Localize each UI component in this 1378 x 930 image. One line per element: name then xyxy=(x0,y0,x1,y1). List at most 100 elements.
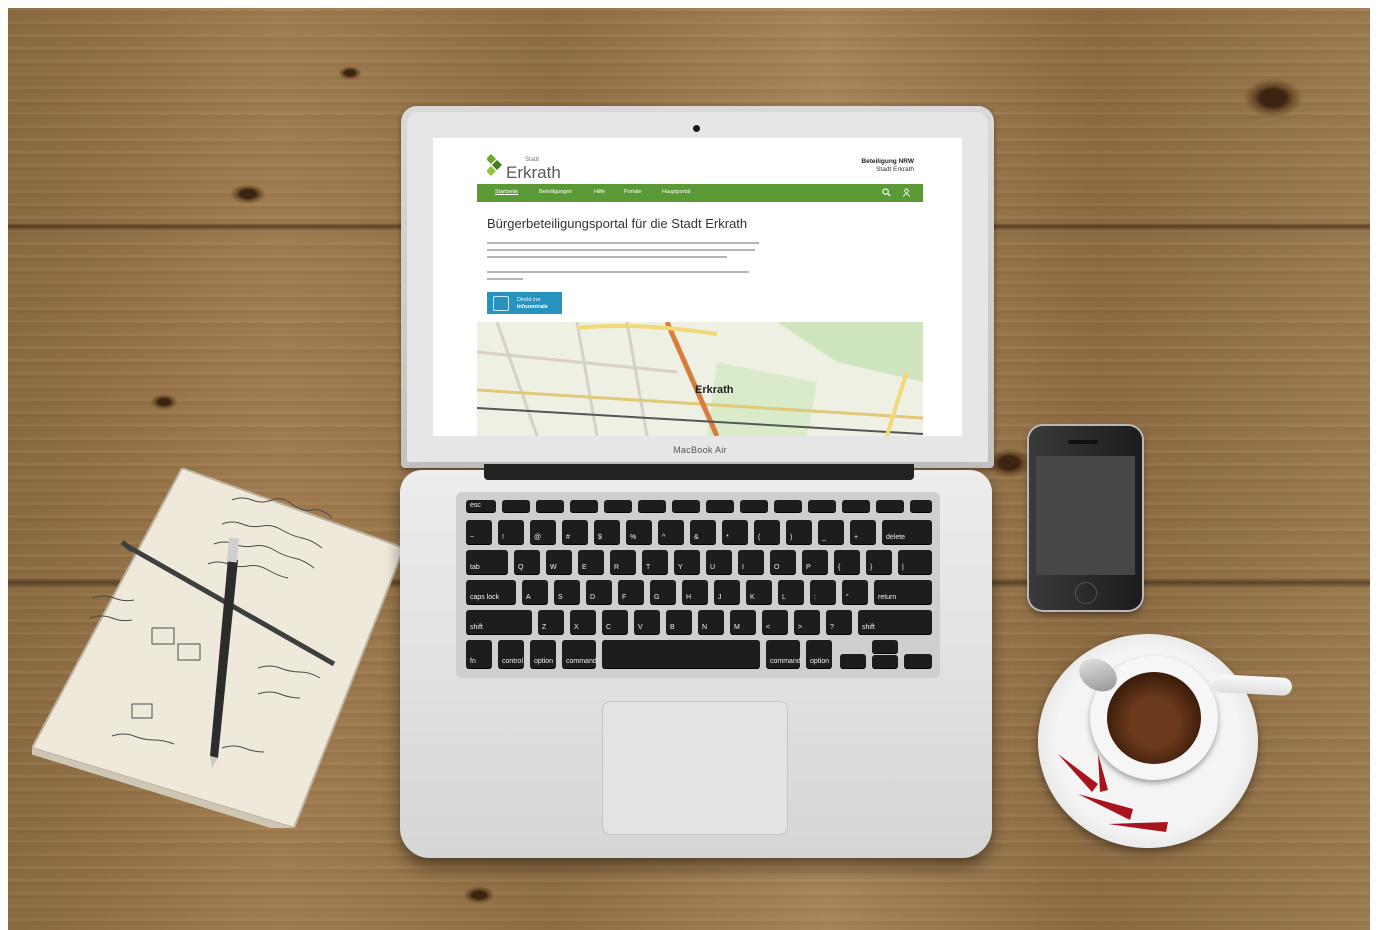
key-tilde[interactable]: ~ xyxy=(466,520,492,544)
trackpad[interactable] xyxy=(602,701,788,835)
key-command-left[interactable]: command xyxy=(562,640,597,668)
key-v[interactable]: V xyxy=(634,610,660,634)
key-b[interactable]: B xyxy=(666,610,692,634)
key-control[interactable]: control xyxy=(498,640,524,668)
key-2[interactable]: @ xyxy=(530,520,556,544)
user-icon[interactable] xyxy=(902,188,911,197)
infozentrale-button[interactable]: Direkt zur Infozentrale xyxy=(487,292,562,314)
nav-item-startseite[interactable]: Startseite xyxy=(495,189,518,195)
key-close-brace[interactable]: } xyxy=(866,550,892,574)
key-tab[interactable]: tab xyxy=(466,550,508,574)
key-k[interactable]: K xyxy=(746,580,772,604)
key-arrow-down[interactable] xyxy=(872,655,898,668)
key-d[interactable]: D xyxy=(586,580,612,604)
key-delete[interactable]: delete xyxy=(882,520,932,544)
key-4[interactable]: $ xyxy=(594,520,620,544)
key-f10[interactable] xyxy=(808,500,836,512)
key-plus[interactable]: + xyxy=(850,520,876,544)
nav-item-hauptportal[interactable]: Hauptportal xyxy=(662,189,690,195)
key-question[interactable]: ? xyxy=(826,610,852,634)
key-y[interactable]: Y xyxy=(674,550,700,574)
key-w[interactable]: W xyxy=(546,550,572,574)
page-heading: Bürgerbeteiligungsportal für die Stadt E… xyxy=(487,216,748,231)
key-u[interactable]: U xyxy=(706,550,732,574)
key-return[interactable]: return xyxy=(874,580,932,604)
key-shift-left[interactable]: shift xyxy=(466,610,532,634)
key-o[interactable]: O xyxy=(770,550,796,574)
key-r[interactable]: R xyxy=(610,550,636,574)
key-f11[interactable] xyxy=(842,500,870,512)
key-z[interactable]: Z xyxy=(538,610,564,634)
key-9[interactable]: ( xyxy=(754,520,780,544)
key-minus[interactable]: _ xyxy=(818,520,844,544)
key-shift-right[interactable]: shift xyxy=(858,610,932,634)
key-f8[interactable] xyxy=(740,500,768,512)
logo-text[interactable]: Erkrath xyxy=(506,163,561,183)
key-arrow-right[interactable] xyxy=(904,654,932,668)
key-space[interactable] xyxy=(602,640,760,668)
portal-title-line2: Stadt Erkrath xyxy=(876,166,914,173)
key-t[interactable]: T xyxy=(642,550,668,574)
key-option-left[interactable]: option xyxy=(530,640,556,668)
key-fn[interactable]: fn xyxy=(466,640,492,668)
key-f5[interactable] xyxy=(638,500,666,512)
key-open-brace[interactable]: { xyxy=(834,550,860,574)
key-s[interactable]: S xyxy=(554,580,580,604)
key-5[interactable]: % xyxy=(626,520,652,544)
city-map[interactable]: Erkrath xyxy=(477,322,923,436)
key-n[interactable]: N xyxy=(698,610,724,634)
key-x[interactable]: X xyxy=(570,610,596,634)
key-f3[interactable] xyxy=(570,500,598,512)
key-less-than[interactable]: < xyxy=(762,610,788,634)
smartphone xyxy=(1029,426,1142,610)
key-f[interactable]: F xyxy=(618,580,644,604)
key-7[interactable]: & xyxy=(690,520,716,544)
key-power[interactable] xyxy=(910,500,932,512)
key-f4[interactable] xyxy=(604,500,632,512)
key-c[interactable]: C xyxy=(602,610,628,634)
key-arrow-left[interactable] xyxy=(840,654,866,668)
key-esc[interactable]: esc xyxy=(466,500,496,512)
key-arrow-up[interactable] xyxy=(872,640,898,653)
key-8[interactable]: * xyxy=(722,520,748,544)
nav-item-beteiligungen[interactable]: Beteiligungen xyxy=(539,189,572,195)
key-i[interactable]: I xyxy=(738,550,764,574)
map-city-label: Erkrath xyxy=(695,384,734,396)
laptop-hinge xyxy=(484,464,914,480)
map-tiles xyxy=(477,322,923,436)
key-quote[interactable]: " xyxy=(842,580,868,604)
key-f1[interactable] xyxy=(502,500,530,512)
key-colon[interactable]: : xyxy=(810,580,836,604)
key-caps-lock[interactable]: caps lock xyxy=(466,580,516,604)
key-6[interactable]: ^ xyxy=(658,520,684,544)
key-f9[interactable] xyxy=(774,500,802,512)
nav-item-hilfe[interactable]: Hilfe xyxy=(594,189,605,195)
key-p[interactable]: P xyxy=(802,550,828,574)
laptop-screen: Stadt Erkrath Beteiligung NRW Stadt Erkr… xyxy=(433,138,962,436)
key-e[interactable]: E xyxy=(578,550,604,574)
illegible-text-lines xyxy=(487,271,749,280)
key-h[interactable]: H xyxy=(682,580,708,604)
key-1[interactable]: ! xyxy=(498,520,524,544)
key-m[interactable]: M xyxy=(730,610,756,634)
key-j[interactable]: J xyxy=(714,580,740,604)
key-f12[interactable] xyxy=(876,500,904,512)
key-l[interactable]: L xyxy=(778,580,804,604)
key-g[interactable]: G xyxy=(650,580,676,604)
phone-screen xyxy=(1036,456,1135,575)
key-a[interactable]: A xyxy=(522,580,548,604)
key-greater-than[interactable]: > xyxy=(794,610,820,634)
nav-item-portale[interactable]: Portale xyxy=(624,189,641,195)
key-option-right[interactable]: option xyxy=(806,640,832,668)
key-f6[interactable] xyxy=(672,500,700,512)
key-q[interactable]: Q xyxy=(514,550,540,574)
notebook xyxy=(32,468,404,828)
secondary-paragraph xyxy=(487,270,767,286)
search-icon[interactable] xyxy=(882,188,891,197)
key-f7[interactable] xyxy=(706,500,734,512)
key-command-right[interactable]: command xyxy=(766,640,801,668)
key-3[interactable]: # xyxy=(562,520,588,544)
key-f2[interactable] xyxy=(536,500,564,512)
key-pipe[interactable]: | xyxy=(898,550,932,574)
key-0[interactable]: ) xyxy=(786,520,812,544)
